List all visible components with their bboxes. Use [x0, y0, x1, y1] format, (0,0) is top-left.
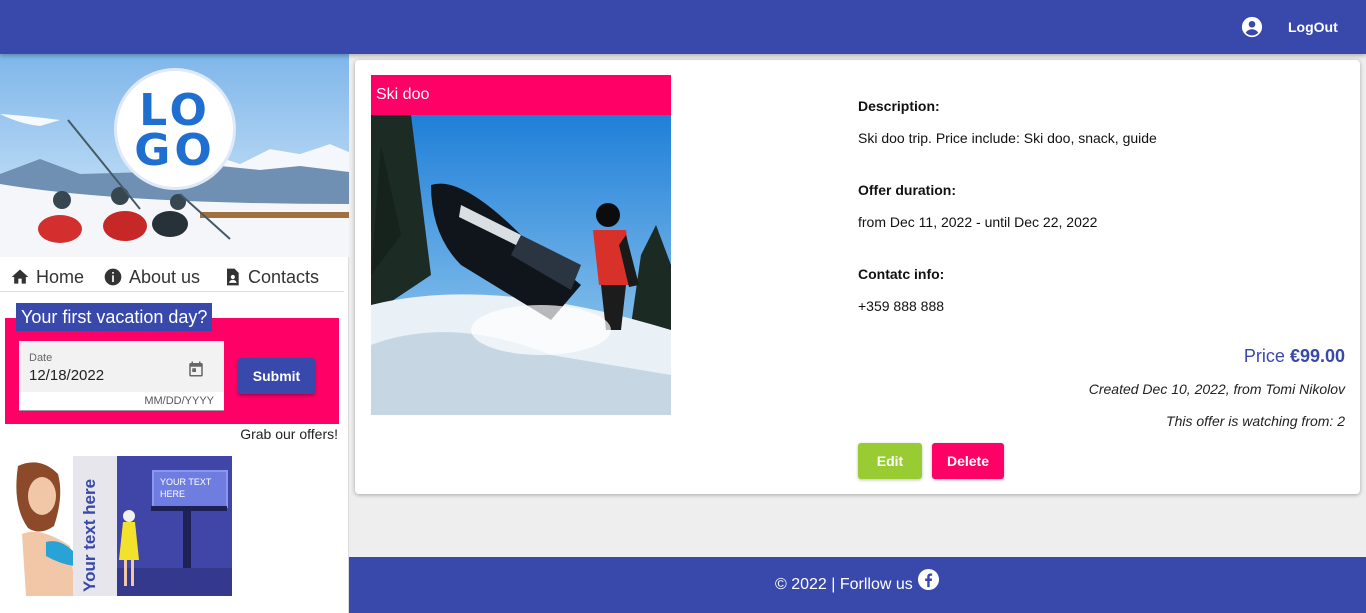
date-format-hint: MM/DD/YYYY — [19, 392, 224, 410]
facebook-icon[interactable] — [917, 568, 940, 591]
date-input[interactable]: Date 12/18/2022 MM/DD/YYYY — [19, 341, 224, 411]
submit-button[interactable]: Submit — [238, 358, 315, 394]
nav-item-home[interactable]: Home — [10, 264, 84, 290]
contact-label: Contatc info: — [858, 266, 945, 282]
advertisement-banner[interactable]: Your text here YOUR TEXT HERE — [0, 456, 232, 596]
delete-button[interactable]: Delete — [932, 443, 1004, 479]
footer-text: © 2022 | Forllow us — [775, 576, 913, 593]
logo-text-bottom: GO — [134, 125, 216, 176]
watching-info: This offer is watching from: 2 — [1166, 413, 1345, 429]
nav-item-label: Home — [36, 266, 85, 287]
snowmobile-photo — [371, 115, 671, 415]
offer-image — [371, 115, 671, 415]
contact-icon — [227, 268, 239, 286]
offer-card: Ski doo Description: Ski doo trip. Price… — [355, 60, 1360, 494]
sidebar-nav: Home About us Contacts — [0, 260, 344, 292]
nav-item-contacts[interactable]: Contacts — [222, 264, 319, 290]
ad-vertical-text: Your text here — [80, 478, 99, 592]
sidebar: LO GO Home About us Contacts Your first … — [0, 54, 349, 613]
offer-title: Ski doo — [371, 75, 671, 115]
woman-illustration — [16, 462, 76, 596]
billboard-scene — [117, 506, 232, 596]
vacation-form-title: Your first vacation day? — [16, 303, 213, 331]
logout-button[interactable]: LogOut — [1280, 17, 1346, 37]
duration-text: from Dec 11, 2022 - until Dec 22, 2022 — [858, 214, 1098, 230]
calendar-icon[interactable] — [187, 360, 205, 378]
duration-label: Offer duration: — [858, 182, 956, 198]
contact-text: +359 888 888 — [858, 298, 945, 314]
date-label: Date — [29, 352, 53, 364]
description-text: Ski doo trip. Price include: Ski doo, sn… — [858, 130, 1157, 146]
created-info: Created Dec 10, 2022, from Tomi Nikolov — [1088, 381, 1345, 397]
date-value[interactable]: 12/18/2022 — [29, 367, 104, 384]
edit-button[interactable]: Edit — [858, 443, 922, 479]
hero-image: LO GO — [0, 54, 349, 257]
info-icon — [104, 268, 122, 286]
grab-offers-text: Grab our offers! — [240, 426, 338, 442]
top-app-bar: LogOut — [0, 0, 1366, 54]
home-icon — [11, 269, 29, 284]
footer: © 2022 | Forllow us — [349, 557, 1366, 613]
nav-item-label: Contacts — [248, 266, 320, 287]
main-content: Ski doo Description: Ski doo trip. Price… — [349, 54, 1366, 557]
description-label: Description: — [858, 98, 940, 114]
nav-item-about[interactable]: About us — [103, 264, 200, 290]
account-circle-icon[interactable] — [1241, 16, 1263, 38]
price: Price €99.00 — [1244, 346, 1345, 367]
price-value: €99.00 — [1289, 346, 1345, 366]
nav-item-label: About us — [129, 266, 201, 287]
logo[interactable]: LO GO — [114, 68, 236, 190]
price-label: Price — [1243, 346, 1285, 366]
